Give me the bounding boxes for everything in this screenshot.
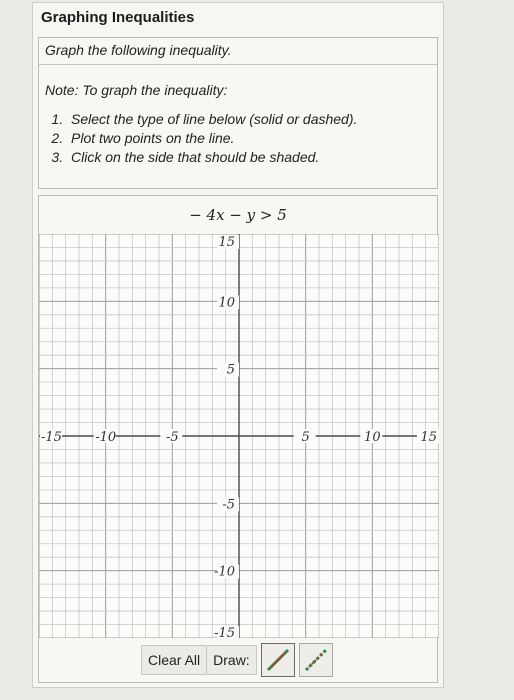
dashed-line-icon <box>304 648 327 672</box>
instruction-text: Graph the following inequality. <box>45 42 232 58</box>
clear-all-button[interactable]: Clear All <box>141 645 208 675</box>
step-item: Plot two points on the line. <box>67 129 357 148</box>
y-tick-label: -5 <box>222 497 235 512</box>
x-tick-label: -15 <box>41 430 62 445</box>
y-tick-label: 15 <box>218 235 235 250</box>
solid-line-tool[interactable] <box>260 643 295 677</box>
dashed-line-tool[interactable] <box>298 643 333 677</box>
graph-box: − 4x − y > 5 -15 -10 -5 5 10 15 15 10 5 -5 -10 -15 … <box>38 195 439 683</box>
instructions-box: Graph the following inequality. Note: To… <box>38 37 438 189</box>
step-item: Click on the side that should be shaded. <box>67 148 357 167</box>
question-panel: Graphing Inequalities Graph the followin… <box>32 2 444 688</box>
page-title: Graphing Inequalities <box>41 9 195 26</box>
inequality-equation: − 4x − y > 5 <box>189 206 287 224</box>
solid-line-icon <box>266 648 289 672</box>
y-tick-label: -15 <box>214 626 235 638</box>
steps-list: Select the type of line below (solid or … <box>49 110 357 167</box>
x-tick-label: -10 <box>95 430 116 445</box>
x-tick-label: 15 <box>420 430 437 445</box>
draw-label: Draw: <box>207 645 257 675</box>
y-tick-label: 10 <box>218 295 235 310</box>
x-tick-label: 5 <box>302 430 310 445</box>
divider <box>39 64 437 65</box>
x-tick-label: -5 <box>166 430 179 445</box>
graph-controls: Clear All Draw: <box>141 642 333 678</box>
step-item: Select the type of line below (solid or … <box>67 110 357 129</box>
coordinate-grid[interactable]: -15 -10 -5 5 10 15 15 10 5 -5 -10 -15 <box>39 234 439 638</box>
y-tick-label: -10 <box>214 565 235 580</box>
x-tick-label: 10 <box>364 430 381 445</box>
y-tick-label: 5 <box>227 363 235 378</box>
note-text: Note: To graph the inequality: <box>45 82 228 98</box>
